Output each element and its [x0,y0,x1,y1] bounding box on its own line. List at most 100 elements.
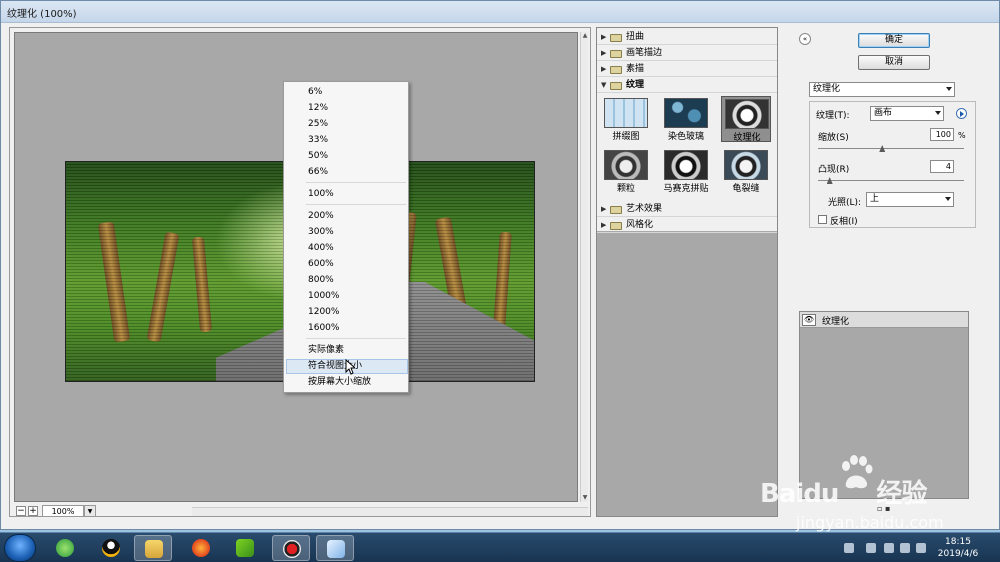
filter-category[interactable]: ▶ 画笔描边 [597,46,777,61]
expand-right-icon[interactable]: ▶ [601,202,606,217]
preview-horizontal-scrollbar[interactable] [192,507,588,516]
scaling-slider[interactable] [818,148,964,149]
filter-category[interactable]: ▶ 风格化 [597,218,777,233]
scroll-up-icon[interactable]: ▲ [581,32,589,40]
zoom-menu-item[interactable]: 符合视图大小 [308,359,404,373]
tray-network-icon[interactable] [900,543,910,553]
feather-icon [327,540,345,558]
zoom-menu-item[interactable]: 1200% [308,305,404,319]
cancel-button[interactable]: 取消 [858,55,930,70]
task-recorder[interactable] [272,535,310,561]
expand-right-icon[interactable]: ▶ [601,218,606,233]
expand-down-icon[interactable]: ▼ [601,78,606,93]
task-photoshop[interactable] [316,535,354,561]
task-360-browser[interactable] [46,535,84,561]
filter-category-label: 纹理 [626,80,645,90]
zoom-level-field[interactable]: 100% [42,505,84,517]
zoom-menu-item[interactable]: 按屏幕大小缩放 [308,375,404,389]
expand-right-icon[interactable]: ▶ [601,30,606,45]
filter-category[interactable]: ▶ 素描 [597,62,777,77]
zoom-out-button[interactable]: − [16,506,26,516]
filter-thumbnail-label: 龟裂缝 [732,184,760,194]
zoom-menu-item[interactable]: 800% [308,273,404,287]
zoom-dropdown-button[interactable]: ▼ [84,505,96,517]
menu-separator [306,338,406,339]
filter-thumbnail[interactable]: 龟裂缝 [721,148,771,194]
zoom-menu-item[interactable]: 100% [308,187,404,201]
filter-preview-icon [724,150,768,180]
light-select[interactable]: 上 [866,192,954,207]
browser-icon [56,539,74,557]
filter-thumbnail-label: 纹理化 [733,133,761,143]
zoom-menu-item[interactable]: 33% [308,133,404,147]
relief-input[interactable]: 4 [930,160,954,173]
delete-layer-icon[interactable]: ▪ [885,504,890,513]
zoom-menu-item[interactable]: 300% [308,225,404,239]
folder-icon [610,222,622,230]
zoom-menu-item[interactable]: 1600% [308,321,404,335]
start-button[interactable] [4,534,36,562]
record-icon [283,540,301,558]
filter-preview-icon [725,99,769,129]
clock-date: 2019/4/6 [937,549,979,559]
zoom-menu-item[interactable]: 12% [308,101,404,115]
folder-icon [145,540,163,558]
task-qq[interactable] [92,535,130,561]
preview-vertical-scrollbar[interactable]: ▲ ▼ [580,32,588,502]
task-file-explorer[interactable] [134,535,172,561]
zoom-menu-item[interactable]: 66% [308,165,404,179]
filter-thumbnail-label: 染色玻璃 [667,132,704,142]
zoom-menu-item[interactable]: 25% [308,117,404,131]
scaling-input[interactable]: 100 [930,128,954,141]
zoom-menu-item[interactable]: 600% [308,257,404,271]
zoom-menu-item[interactable]: 6% [308,85,404,99]
filter-category[interactable]: ▼ 纹理 [597,78,777,93]
tray-device-icon[interactable] [884,543,894,553]
filter-thumbnail[interactable]: 马赛克拼贴 [661,148,711,194]
light-select-value: 上 [870,194,880,204]
filter-category-label: 画笔描边 [626,48,663,58]
collapse-gallery-icon[interactable]: « [799,33,811,45]
texture-select-value: 画布 [874,108,893,118]
tray-keyboard-icon[interactable] [844,543,854,553]
clock[interactable]: 18:15 2019/4/6 [930,536,986,560]
firefox-icon [192,539,210,557]
effect-layer-name: 纹理化 [822,317,850,327]
filter-category[interactable]: ▶ 艺术效果 [597,202,777,217]
scroll-down-icon[interactable]: ▼ [581,494,589,502]
tray-volume-icon[interactable] [916,543,926,553]
filter-category-label: 艺术效果 [626,204,663,214]
zoom-menu-item[interactable]: 实际像素 [308,343,404,357]
zoom-in-button[interactable]: + [28,506,38,516]
invert-checkbox[interactable] [818,215,827,224]
zoom-menu-item[interactable]: 400% [308,241,404,255]
filter-thumbnail[interactable]: 纹理化 [721,96,771,143]
zoom-menu-item[interactable]: 200% [308,209,404,223]
task-video-app[interactable] [226,535,264,561]
expand-right-icon[interactable]: ▶ [601,46,606,61]
taskbar: 18:15 2019/4/6 [0,532,1000,562]
window-title: 纹理化 (100%) [7,9,77,20]
filter-preview-icon [664,150,708,180]
filter-select[interactable]: 纹理化 [809,82,955,97]
effect-layer-row[interactable]: 👁 纹理化 [800,312,968,328]
expand-right-icon[interactable]: ▶ [601,62,606,77]
zoom-menu-item[interactable]: 50% [308,149,404,163]
title-bar[interactable]: 纹理化 (100%) [1,1,999,23]
light-label: 光照(L): [828,198,862,208]
tray-flag-icon[interactable] [866,543,876,553]
filter-category-label: 素描 [626,64,645,74]
texture-select[interactable]: 画布 [870,106,944,121]
filter-thumbnail[interactable]: 拼缀图 [601,96,651,142]
relief-slider[interactable] [818,180,964,181]
task-firefox[interactable] [182,535,220,561]
filter-category[interactable]: ▶ 扭曲 [597,30,777,45]
new-layer-icon[interactable]: ▫ [877,504,882,513]
texture-menu-icon[interactable] [956,108,967,119]
video-app-icon [236,539,254,557]
filter-thumbnail[interactable]: 染色玻璃 [661,96,711,142]
eye-icon[interactable]: 👁 [802,314,816,326]
zoom-menu-item[interactable]: 1000% [308,289,404,303]
ok-button[interactable]: 确定 [858,33,930,48]
filter-thumbnail[interactable]: 颗粒 [601,148,651,194]
